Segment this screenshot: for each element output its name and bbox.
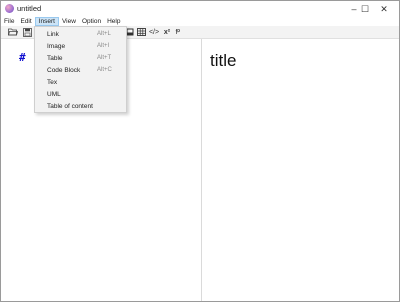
menu-insert[interactable]: Insert [34, 17, 59, 26]
open-file-button[interactable] [7, 27, 19, 37]
menu-item-shortcut: Alt+C [97, 67, 112, 73]
menu-item-label: UML [47, 91, 61, 98]
close-icon: ✕ [380, 3, 388, 14]
insert-toc-item[interactable]: Table of content [35, 101, 126, 113]
menu-item-label: Image [47, 43, 66, 50]
menu-item-label: Table of content [47, 103, 93, 110]
app-logo-icon [5, 4, 14, 13]
menu-item-label: Table [47, 55, 63, 62]
app-window: untitled – ☐ ✕ File Edit Insert View Opt… [0, 0, 400, 302]
menu-item-shortcut: Alt+L [97, 31, 111, 37]
title-bar: untitled – ☐ ✕ [1, 1, 399, 17]
insert-image-item[interactable]: Image Alt+I [35, 41, 126, 53]
window-title: untitled [17, 4, 42, 13]
menu-bar: File Edit Insert View Option Help [1, 17, 399, 26]
superscript-button[interactable]: x² [162, 27, 172, 37]
menu-item-label: Tex [47, 79, 58, 86]
insert-tex-item[interactable]: Tex [35, 77, 126, 89]
menu-view[interactable]: View [59, 17, 79, 26]
menu-item-shortcut: Alt+T [97, 55, 112, 61]
menu-item-label: Link [47, 31, 59, 38]
menu-help[interactable]: Help [104, 17, 123, 26]
menu-file[interactable]: File [1, 17, 17, 26]
insert-uml-item[interactable]: UML [35, 89, 126, 101]
menu-option[interactable]: Option [79, 17, 104, 26]
maximize-icon: ☐ [360, 3, 370, 14]
menu-edit[interactable]: Edit [17, 17, 34, 26]
table-icon [136, 28, 146, 36]
preview-heading: title [210, 51, 237, 70]
editor-text: # [19, 51, 26, 64]
save-icon [22, 27, 32, 37]
preview-pane: title [202, 39, 399, 301]
superscript-icon: x² [163, 28, 171, 36]
close-button[interactable]: ✕ [369, 1, 399, 17]
paragraph-icon: Ᵽ [175, 28, 181, 36]
insert-table-item[interactable]: Table Alt+T [35, 53, 126, 65]
paragraph-button[interactable]: Ᵽ [174, 27, 182, 37]
menu-item-shortcut: Alt+I [97, 43, 110, 49]
insert-link-item[interactable]: Link Alt+L [35, 29, 126, 41]
code-icon: </> [148, 28, 160, 36]
folder-open-icon [8, 28, 18, 36]
save-button[interactable] [21, 27, 33, 37]
insert-menu-dropdown: Link Alt+L Image Alt+I Table Alt+T Code … [34, 26, 127, 113]
insert-code-block-item[interactable]: Code Block Alt+C [35, 65, 126, 77]
menu-item-label: Code Block [47, 67, 81, 74]
insert-table-button[interactable] [136, 27, 146, 37]
insert-code-button[interactable]: </> [148, 27, 160, 37]
